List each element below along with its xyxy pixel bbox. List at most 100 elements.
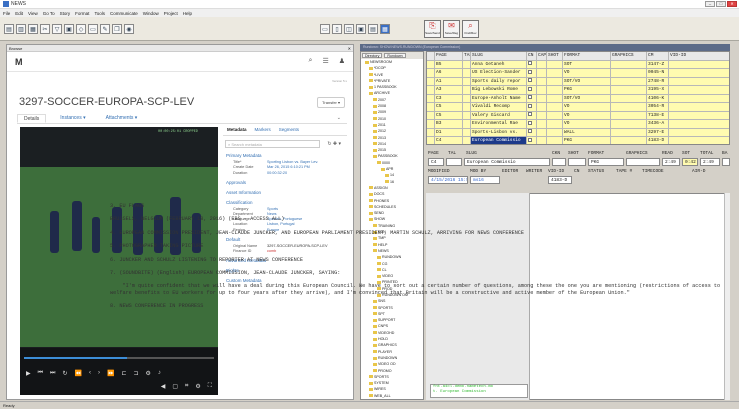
table-row[interactable]: D1 Sports-Lisbon vs. WALL 3297-E	[427, 128, 729, 137]
story-paragraph[interactable]: 5. PHOTOGRAPHER TAKING PICTURE	[110, 243, 722, 249]
save-icon[interactable]: ▣	[64, 24, 74, 34]
spell-icon[interactable]: ◇	[76, 24, 86, 34]
sot-field[interactable]: 0:42	[682, 158, 698, 166]
tal-field[interactable]	[446, 158, 462, 166]
open-icon[interactable]: ▥	[16, 24, 26, 34]
grid-column-header[interactable]: SLUG	[471, 52, 527, 60]
table-row[interactable]: A1 Sports daily repor SOT/VO 2748-R	[427, 77, 729, 86]
crop-icon[interactable]: ⌗	[185, 383, 188, 390]
layout-2-icon[interactable]: ▯	[332, 24, 342, 34]
tab-details[interactable]: Details	[17, 114, 47, 123]
play-icon[interactable]: ▶	[26, 370, 31, 377]
graphics-field[interactable]	[626, 158, 660, 166]
settings-icon[interactable]: ⚙	[146, 370, 151, 377]
metadata-search-input[interactable]: ⌕ Search metadata ↻ ✚ ▾	[225, 140, 341, 148]
checkbox[interactable]	[528, 78, 532, 83]
story-paragraph[interactable]: 3. EU FLAGS	[110, 203, 722, 209]
layout-3-icon[interactable]: ◫	[344, 24, 354, 34]
format-field[interactable]: PKG	[588, 158, 624, 166]
ba-field[interactable]	[722, 158, 730, 166]
shot-field[interactable]	[568, 158, 586, 166]
vid-id-field[interactable]: 4183-D	[548, 176, 572, 184]
menu-communicate[interactable]: Communicate	[110, 11, 138, 16]
grid-column-header[interactable]: SHOT	[547, 52, 563, 60]
table-row[interactable]: C5 Valery Giscard VO 7138-E	[427, 111, 729, 120]
record-icon[interactable]: ◉	[124, 24, 134, 34]
chevron-down-icon[interactable]: ⌄	[331, 114, 347, 122]
folder-icon[interactable]: ▭	[88, 24, 98, 34]
menu-view[interactable]: View	[28, 11, 38, 16]
checkbox[interactable]	[528, 86, 532, 91]
table-row[interactable]: A6 US Election-Sander VO 0045-N	[427, 69, 729, 78]
volume-icon[interactable]: ◀	[161, 383, 166, 390]
grid-column-header[interactable]: CAP	[537, 52, 547, 60]
save-send-button[interactable]: ⎘ Save/Send	[424, 20, 441, 38]
checkbox[interactable]	[528, 95, 532, 100]
prev-frame-icon[interactable]: ‹	[89, 370, 91, 377]
minimize-button[interactable]: –	[705, 1, 715, 7]
audio-icon[interactable]: ♪	[158, 370, 161, 377]
checkbox[interactable]	[528, 69, 532, 74]
transfer-button[interactable]: Transfer ▾	[317, 97, 345, 108]
read-field[interactable]: 2:49	[662, 158, 680, 166]
grid-column-header[interactable]: TAL	[463, 52, 471, 60]
menu-story[interactable]: Story	[60, 11, 71, 16]
slug-field[interactable]: European Commissio	[464, 158, 550, 166]
editor-scrollbar[interactable]	[724, 193, 730, 400]
grid-column-header[interactable]: CN	[527, 52, 537, 60]
next-frame-icon[interactable]: ›	[98, 370, 100, 377]
metadata-section-title[interactable]: Primary Metadata	[226, 153, 347, 158]
page-field[interactable]: C4	[428, 158, 444, 166]
tab-markers[interactable]: Markers	[255, 127, 271, 135]
copy-icon[interactable]: ❐	[112, 24, 122, 34]
menu-file[interactable]: File	[3, 11, 10, 16]
menu-tools[interactable]: Tools	[94, 11, 105, 16]
table-row[interactable]: C4 European Commissio PKG 4183-D	[427, 137, 729, 144]
grid-icon[interactable]: ▦	[380, 24, 390, 34]
table-row[interactable]: B3 Environmental Rae VO 3436-A	[427, 120, 729, 129]
table-row[interactable]: C5 Vivaldi Recomp VO 3054-R	[427, 103, 729, 112]
edit-icon[interactable]: ✎	[100, 24, 110, 34]
metadata-value[interactable]: Mar 26, 2015 6:10:21 PM	[267, 165, 310, 169]
close-button[interactable]: ✕	[727, 1, 737, 7]
tab-segments[interactable]: Segments	[279, 127, 299, 135]
tree-node[interactable]: WEB_ALL	[361, 393, 423, 399]
grid-column-header[interactable]: CM	[647, 52, 669, 60]
tab-instances[interactable]: Instances ▾	[54, 114, 91, 123]
story-paragraph[interactable]: 4. EUROPEAN COMMISSION PRESIDENT, JEAN-C…	[110, 230, 722, 236]
story-paragraph[interactable]: BRUSSELS, BELGIUM (FEBRUARY 18, 2016) (E…	[110, 216, 722, 222]
total-field[interactable]: 2:49	[700, 158, 720, 166]
loop-icon[interactable]: ↻	[62, 370, 67, 377]
story-text[interactable]: 3. EU FLAGS BRUSSELS, BELGIUM (FEBRUARY 1…	[110, 203, 722, 317]
tab-directory[interactable]: Directory	[362, 53, 383, 58]
filter-icon[interactable]: ▽	[52, 24, 62, 34]
mark-out-icon[interactable]: ⊐	[133, 370, 138, 377]
new-icon[interactable]: ▤	[4, 24, 14, 34]
caption-icon[interactable]: ▢	[172, 383, 178, 390]
story-paragraph[interactable]: "I'm quite confident that we will have a…	[110, 283, 722, 296]
save-reg-button[interactable]: ✉ Save/Reg	[443, 20, 460, 38]
gear-icon[interactable]: ⚙	[195, 383, 200, 390]
grid-column-header[interactable]	[427, 52, 435, 60]
metadata-value[interactable]: Sporting Lisbon vs. Bayer Lev.	[267, 160, 318, 164]
progress-track[interactable]	[20, 348, 218, 364]
maximize-button[interactable]: □	[716, 1, 726, 7]
menu-window[interactable]: Window	[143, 11, 159, 16]
checkbox[interactable]	[528, 137, 532, 142]
user-icon[interactable]: ♟	[339, 57, 345, 65]
grid-column-header[interactable]: FORMAT	[563, 52, 611, 60]
cut-icon[interactable]: ✂	[40, 24, 50, 34]
refresh-icon[interactable]: ↻ ✚ ▾	[327, 141, 341, 148]
fast-forward-icon[interactable]: ⏩	[107, 370, 114, 377]
tab-rundown[interactable]: Rundown	[384, 53, 406, 58]
checkbox[interactable]	[528, 103, 532, 108]
grid-column-header[interactable]: GRAPHICS	[611, 52, 647, 60]
layout-4-icon[interactable]: ▣	[356, 24, 366, 34]
menu-format[interactable]: Format	[75, 11, 89, 16]
skip-back-icon[interactable]: ⏮	[38, 370, 43, 377]
metadata-section-title[interactable]: Approvals	[226, 180, 347, 185]
find-rev-button[interactable]: ⌕ Find/Rev	[462, 20, 479, 38]
story-paragraph[interactable]: 8. NEWS CONFERENCE IN PROGRESS	[110, 303, 722, 309]
table-row[interactable]: B5 Anna Getaneh SOT 3147-Z	[427, 60, 729, 69]
tab-metadata[interactable]: Metadata	[227, 127, 247, 135]
